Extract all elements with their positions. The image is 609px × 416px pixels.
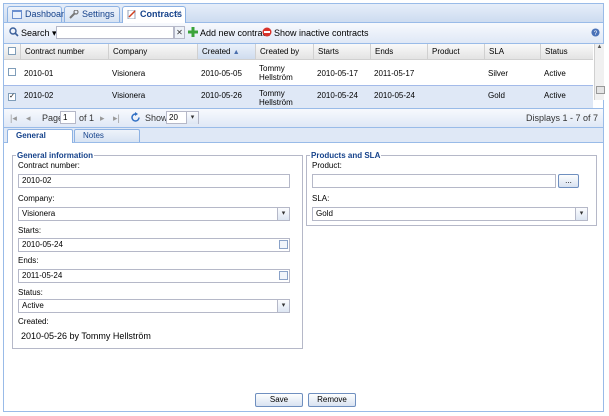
products-legend: Products and SLA bbox=[310, 151, 382, 160]
help-icon[interactable]: ? bbox=[591, 28, 600, 37]
tab-dashboard[interactable]: Dashboard bbox=[7, 6, 69, 22]
clear-search-button[interactable]: ✕ bbox=[174, 26, 185, 39]
general-legend: General information bbox=[16, 151, 95, 160]
wrench-icon bbox=[69, 10, 79, 19]
cell-ends: 2010-05-24 bbox=[374, 91, 415, 100]
table-row[interactable]: 2010-01 Visionera 2010-05-05 Tommy Hells… bbox=[4, 61, 593, 87]
scroll-thumb[interactable] bbox=[596, 86, 605, 94]
row-checkbox-checked[interactable]: ✓ bbox=[8, 93, 16, 101]
search-menu-button[interactable]: Search ▾ bbox=[21, 27, 57, 39]
contract-number-field[interactable]: 2010-02 bbox=[18, 174, 290, 188]
column-header[interactable]: Product bbox=[427, 44, 484, 59]
contracts-toolbar: Search ▾ ✕ Add new contract Show inactiv… bbox=[4, 23, 603, 44]
chevron-down-icon: ▾ bbox=[277, 208, 289, 220]
cell-company: Visionera bbox=[112, 91, 146, 100]
add-icon bbox=[188, 27, 198, 37]
column-header[interactable]: Created by bbox=[255, 44, 313, 59]
page-count: of 1 bbox=[79, 113, 95, 123]
contract-icon bbox=[127, 10, 136, 19]
ends-label: Ends: bbox=[18, 256, 39, 265]
page-number-input[interactable]: 1 bbox=[60, 111, 76, 124]
status-label: Status: bbox=[18, 288, 43, 297]
save-button[interactable]: Save bbox=[255, 393, 303, 407]
cell-created: 2010-05-05 bbox=[201, 69, 242, 78]
column-header[interactable]: Ends bbox=[370, 44, 427, 59]
cell-company: Visionera bbox=[112, 69, 146, 78]
column-header[interactable]: Starts bbox=[313, 44, 370, 59]
search-icon bbox=[9, 27, 19, 37]
starts-date-field[interactable]: 2010-05-24 bbox=[18, 238, 290, 252]
sla-label: SLA: bbox=[312, 194, 330, 203]
cell-sla: Silver bbox=[488, 69, 509, 78]
header-select-all[interactable] bbox=[4, 44, 20, 59]
column-header[interactable]: Company bbox=[108, 44, 197, 59]
grid-scrollbar[interactable]: ▲ bbox=[594, 44, 605, 100]
starts-label: Starts: bbox=[18, 226, 42, 235]
chevron-down-icon: ▾ bbox=[277, 300, 289, 312]
prev-page-icon[interactable]: ◂ bbox=[26, 112, 31, 124]
company-label: Company: bbox=[18, 194, 55, 203]
next-page-icon[interactable]: ▸ bbox=[100, 112, 105, 124]
dashboard-icon bbox=[12, 10, 22, 19]
page-size-select[interactable]: 20 ▾ bbox=[166, 111, 199, 124]
first-page-icon[interactable]: |◂ bbox=[10, 112, 17, 124]
cell-created-by: Tommy Hellström bbox=[259, 64, 293, 82]
chevron-down-icon: ▾ bbox=[575, 208, 587, 220]
general-fieldset: General information Contract number: 201… bbox=[12, 151, 303, 349]
stop-icon bbox=[262, 27, 272, 37]
sla-select[interactable]: Gold ▾ bbox=[312, 207, 588, 221]
tab-settings[interactable]: Settings bbox=[64, 6, 120, 22]
cell-status: Active bbox=[544, 69, 566, 78]
company-select[interactable]: Visionera ▾ bbox=[18, 207, 290, 221]
grid-pager: |◂ ◂ Page 1 of 1 ▸ ▸| Show 20 ▾ Displays… bbox=[4, 108, 603, 128]
product-field[interactable] bbox=[312, 174, 556, 188]
grid-header: Contract number Company Created ▲ Create… bbox=[4, 44, 593, 60]
search-input[interactable] bbox=[56, 26, 174, 39]
calendar-icon[interactable] bbox=[279, 240, 288, 249]
remove-button[interactable]: Remove bbox=[308, 393, 356, 407]
column-header[interactable]: Status bbox=[540, 44, 593, 59]
created-value: 2010-05-26 by Tommy Hellström bbox=[21, 331, 151, 341]
contract-number-label: Contract number: bbox=[18, 161, 80, 170]
tab-notes[interactable]: Notes bbox=[74, 129, 140, 142]
products-fieldset: Products and SLA Product: ... SLA: Gold … bbox=[306, 151, 597, 226]
svg-text:?: ? bbox=[594, 30, 598, 37]
tab-general[interactable]: General bbox=[7, 129, 73, 143]
displays-info: Displays 1 - 7 of 7 bbox=[525, 113, 598, 123]
app-window: Dashboard Settings Contracts ✕ Search ▾ … bbox=[3, 3, 605, 412]
cell-status: Active bbox=[544, 91, 566, 100]
browse-product-button[interactable]: ... bbox=[558, 174, 579, 188]
column-header[interactable]: SLA bbox=[484, 44, 540, 59]
main-tab-strip: Dashboard Settings Contracts ✕ bbox=[4, 4, 603, 23]
refresh-icon[interactable] bbox=[130, 112, 141, 123]
cell-starts: 2010-05-24 bbox=[317, 91, 358, 100]
add-contract-button[interactable]: Add new contract bbox=[200, 27, 270, 39]
cell-ends: 2011-05-17 bbox=[374, 69, 415, 78]
tab-contracts[interactable]: Contracts ✕ bbox=[122, 6, 186, 23]
cell-created-by: Tommy Hellström bbox=[259, 89, 293, 107]
cell-sla: Gold bbox=[488, 91, 505, 100]
chevron-down-icon: ▾ bbox=[186, 112, 198, 124]
product-label: Product: bbox=[312, 161, 342, 170]
sort-asc-icon: ▲ bbox=[232, 49, 240, 56]
detail-panel: General information Contract number: 201… bbox=[4, 143, 603, 411]
ends-date-field[interactable]: 2011-05-24 bbox=[18, 269, 290, 283]
show-inactive-button[interactable]: Show inactive contracts bbox=[274, 27, 369, 39]
cell-created: 2010-05-26 bbox=[201, 91, 242, 100]
show-label: Show bbox=[145, 113, 168, 123]
created-label: Created: bbox=[18, 317, 49, 326]
column-header-sorted[interactable]: Created ▲ bbox=[197, 44, 255, 59]
cell-starts: 2010-05-17 bbox=[317, 69, 358, 78]
cell-contract: 2010-02 bbox=[24, 91, 54, 100]
detail-tab-strip: General Notes bbox=[4, 128, 603, 143]
cell-contract: 2010-01 bbox=[24, 69, 54, 78]
calendar-icon[interactable] bbox=[279, 271, 288, 280]
last-page-icon[interactable]: ▸| bbox=[113, 112, 120, 124]
row-checkbox[interactable] bbox=[8, 68, 16, 76]
close-tab-icon[interactable]: ✕ bbox=[175, 7, 182, 21]
column-header[interactable]: Contract number bbox=[20, 44, 108, 59]
scroll-up-icon[interactable]: ▲ bbox=[595, 44, 604, 53]
status-select[interactable]: Active ▾ bbox=[18, 299, 290, 313]
